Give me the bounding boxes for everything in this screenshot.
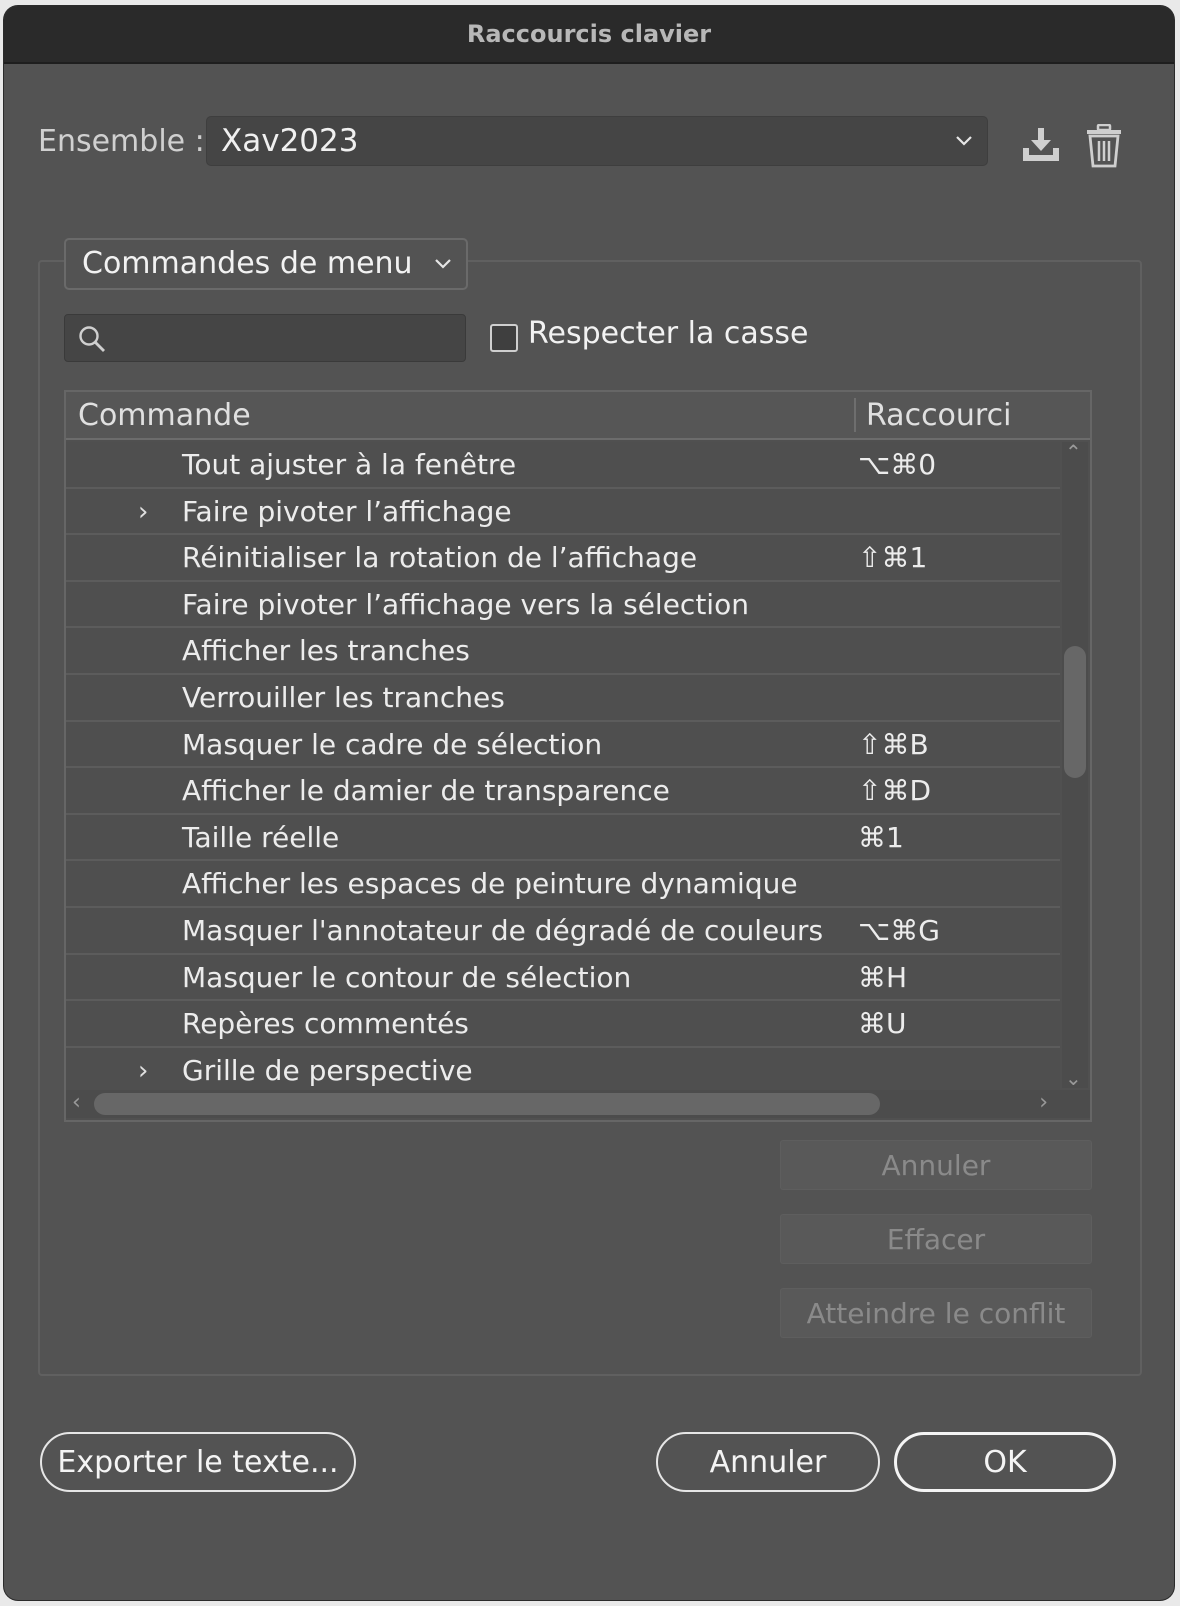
shortcuts-table: Commande Raccourci Tout ajuster à la fen… [64,390,1092,1122]
command-cell: Afficher les tranches [182,634,470,668]
table-row[interactable]: Masquer le cadre de sélection ⇧⌘B [66,721,1060,769]
scroll-up-icon[interactable]: ⌃ [1065,440,1082,464]
table-header: Commande Raccourci [66,392,1090,440]
table-row[interactable]: Masquer l'annotateur de dégradé de coule… [66,907,1060,955]
match-case-checkbox[interactable] [490,324,518,352]
shortcut-cell[interactable]: ⇧⌘1 [858,541,927,574]
column-header-shortcut[interactable]: Raccourci [866,398,1011,433]
table-row[interactable]: › Faire pivoter l’affichage [66,488,1060,536]
shortcut-cell[interactable]: ⌘U [858,1007,907,1040]
table-row[interactable]: Afficher les tranches [66,628,1060,675]
horizontal-scroll-thumb[interactable] [94,1093,880,1115]
horizontal-scrollbar[interactable]: ‹ › [66,1090,1090,1118]
command-cell: Taille réelle [182,820,340,854]
title-bar: Raccourcis clavier [4,6,1174,64]
shortcut-cell[interactable]: ⇧⌘B [858,728,929,761]
command-cell: Faire pivoter l’affichage vers la sélect… [182,587,749,621]
column-divider[interactable] [854,398,856,432]
match-case-label: Respecter la casse [528,316,809,351]
search-icon [79,326,105,352]
goto-conflict-button[interactable]: Atteindre le conflit [780,1288,1092,1338]
shortcut-cell[interactable]: ⌥⌘G [858,914,940,947]
command-cell: Masquer le contour de sélection [182,960,632,994]
table-row[interactable]: Faire pivoter l’affichage vers la sélect… [66,581,1060,629]
save-set-icon[interactable] [1020,126,1062,164]
scroll-left-icon[interactable]: ‹ [72,1090,81,1115]
table-row[interactable]: Réinitialiser la rotation de l’affichage… [66,535,1060,582]
shortcut-cell[interactable]: ⌘H [858,961,907,994]
table-row[interactable]: › Grille de perspective [66,1047,1060,1095]
command-cell: Verrouiller les tranches [182,680,505,714]
vertical-scroll-thumb[interactable] [1064,646,1086,778]
command-type-value: Commandes de menu [82,246,413,281]
command-cell: Tout ajuster à la fenêtre [182,448,517,481]
table-body: Tout ajuster à la fenêtre ⌥⌘0 › Faire pivot… [66,442,1060,1095]
column-header-command[interactable]: Commande [78,398,251,433]
table-row[interactable]: Afficher le damier de transparence ⇧⌘D [66,768,1060,815]
scroll-down-icon[interactable]: ⌄ [1065,1066,1082,1090]
command-cell: Masquer l'annotateur de dégradé de coule… [182,913,824,947]
shortcut-cell[interactable]: ⌥⌘0 [858,448,936,481]
command-cell: Repères commentés [182,1007,469,1041]
vertical-scrollbar[interactable]: ⌃ ⌄ [1062,440,1088,1090]
cancel-button[interactable]: Annuler [656,1432,880,1492]
chevron-down-icon [435,259,451,269]
ensemble-label: Ensemble : [38,124,205,159]
ensemble-value: Xav2023 [221,123,359,159]
command-cell: Réinitialiser la rotation de l’affichage [182,541,698,575]
table-row[interactable]: Taille réelle ⌘1 [66,814,1060,862]
trash-icon[interactable] [1086,124,1122,168]
undo-shortcut-button[interactable]: Annuler [780,1140,1092,1190]
table-row[interactable]: Repères commentés ⌘U [66,1001,1060,1048]
search-input[interactable] [64,314,466,362]
shortcut-cell[interactable]: ⌘1 [858,821,904,854]
shortcut-cell[interactable]: ⇧⌘D [858,774,931,807]
table-row[interactable]: Afficher les espaces de peinture dynamiq… [66,861,1060,908]
ensemble-dropdown[interactable]: Xav2023 [206,116,988,166]
export-text-button[interactable]: Exporter le texte... [40,1432,356,1492]
table-row[interactable]: Verrouiller les tranches [66,674,1060,722]
command-cell: Faire pivoter l’affichage [182,494,512,528]
dialog-title: Raccourcis clavier [466,20,712,48]
command-cell: Afficher le damier de transparence [182,774,670,808]
chevron-down-icon [956,136,972,146]
table-row[interactable]: Tout ajuster à la fenêtre ⌥⌘0 [66,442,1060,489]
command-type-dropdown[interactable]: Commandes de menu [64,238,468,290]
command-cell: Masquer le cadre de sélection [182,727,603,761]
command-cell: Grille de perspective [182,1053,473,1087]
chevron-right-icon[interactable]: › [138,1056,148,1086]
table-row[interactable]: Masquer le contour de sélection ⌘H [66,954,1060,1002]
ok-button[interactable]: OK [894,1432,1116,1492]
scroll-right-icon[interactable]: › [1039,1090,1048,1115]
keyboard-shortcuts-dialog: Raccourcis clavier Ensemble : Xav2023 Co… [4,6,1174,1600]
command-cell: Afficher les espaces de peinture dynamiq… [182,867,798,901]
chevron-right-icon[interactable]: › [138,497,148,527]
clear-shortcut-button[interactable]: Effacer [780,1214,1092,1264]
